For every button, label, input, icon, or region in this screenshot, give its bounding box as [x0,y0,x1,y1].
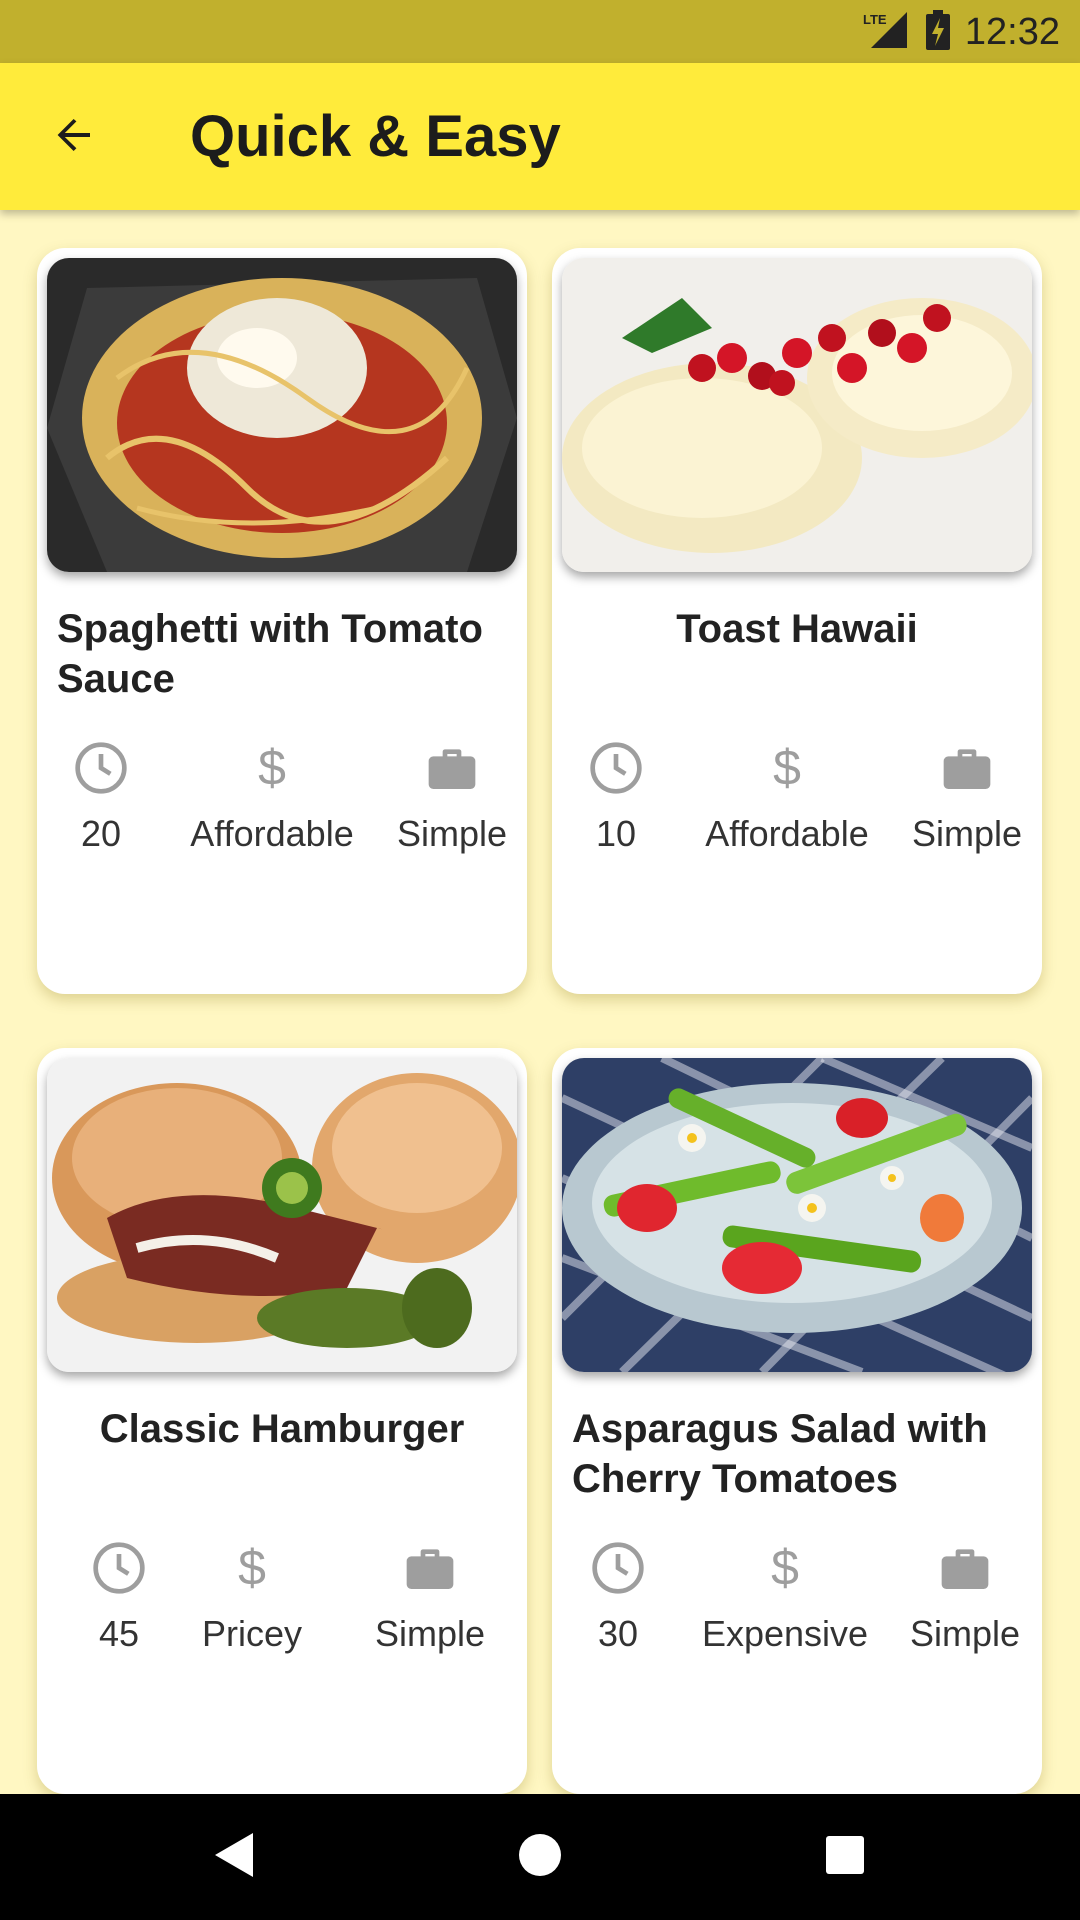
meal-meta: 10 $ Affordable Simple [552,739,1042,860]
affordability-item: $ Pricey [192,1539,312,1656]
complexity-label: Simple [911,813,1023,854]
arrow-back-icon [50,111,98,164]
complexity-label: Simple [374,1613,486,1654]
duration-item: 10 [556,740,676,856]
duration-label: 30 [597,1613,639,1654]
home-circle-icon [517,1832,563,1883]
svg-text:$: $ [238,1540,266,1596]
recents-square-icon [824,1834,866,1881]
back-button[interactable] [44,107,104,167]
clock-icon [588,740,644,801]
svg-text:$: $ [258,740,286,796]
duration-item: 30 [558,1540,678,1656]
complexity-item: Simple [355,1540,505,1656]
system-nav-bar [0,1794,1080,1920]
meal-card-spaghetti[interactable]: Spaghetti with Tomato Sauce 20 $ Afforda… [37,248,527,994]
briefcase-icon [402,1540,458,1601]
page-title: Quick & Easy [190,104,561,169]
nav-back-button[interactable] [210,1832,260,1882]
hamburger-photo [47,1058,517,1372]
meal-card-asparagus-salad[interactable]: Asparagus Salad with Cherry Tomatoes 30 … [552,1048,1042,1794]
status-icons: LTE 12:32 [861,8,1060,56]
meal-grid: Spaghetti with Tomato Sauce 20 $ Afforda… [0,210,1080,1794]
toast-hawaii-photo [562,258,1032,572]
meal-title: Classic Hamburger [99,1407,465,1451]
complexity-label: Simple [909,1613,1021,1654]
affordability-label: Expensive [701,1613,869,1654]
complexity-item: Simple [377,740,527,856]
battery-charging-icon [925,9,951,55]
complexity-label: Simple [396,813,508,854]
clock-icon [91,1540,147,1601]
dollar-icon: $ [252,739,292,801]
nav-home-button[interactable] [515,1832,565,1882]
status-time: 12:32 [964,10,1060,53]
clock-icon [73,740,129,801]
affordability-item: $ Affordable [157,739,387,856]
clock-icon [590,1540,646,1601]
duration-label: 20 [80,813,122,854]
meal-card-hamburger[interactable]: Classic Hamburger 45 $ Pricey Simple [37,1048,527,1794]
svg-text:$: $ [771,1540,799,1596]
meal-title: Spaghetti with Tomato Sauce [57,607,483,701]
meal-meta: 30 $ Expensive Simple [552,1539,1042,1660]
meal-meta: 20 $ Affordable Simple [37,739,527,860]
affordability-label: Affordable [705,813,869,854]
nav-recents-button[interactable] [820,1832,870,1882]
spaghetti-photo [47,258,517,572]
dollar-icon: $ [765,1539,805,1601]
meal-card-toast-hawaii[interactable]: Toast Hawaii 10 $ Affordable Simple [552,248,1042,994]
complexity-item: Simple [890,1540,1040,1656]
affordability-label: Pricey [201,1613,303,1654]
duration-label: 10 [595,813,637,854]
app-bar: Quick & Easy [0,63,1080,210]
meal-title: Toast Hawaii [676,607,918,651]
briefcase-icon [424,740,480,801]
back-triangle-icon [213,1831,257,1884]
meal-meta: 45 $ Pricey Simple [37,1539,527,1660]
svg-text:$: $ [773,740,801,796]
dollar-icon: $ [767,739,807,801]
meal-title: Asparagus Salad with Cherry Tomatoes [572,1407,988,1501]
affordability-label: Affordable [190,813,354,854]
briefcase-icon [937,1540,993,1601]
status-bar: LTE 12:32 [0,0,1080,63]
duration-label: 45 [98,1613,140,1654]
affordability-item: $ Affordable [672,739,902,856]
complexity-item: Simple [892,740,1042,856]
svg-text:LTE: LTE [863,12,887,27]
affordability-item: $ Expensive [670,1539,900,1656]
duration-item: 45 [59,1540,179,1656]
dollar-icon: $ [232,1539,272,1601]
asparagus-salad-photo [562,1058,1032,1372]
duration-item: 20 [41,740,161,856]
briefcase-icon [939,740,995,801]
signal-icon: LTE [861,10,911,55]
